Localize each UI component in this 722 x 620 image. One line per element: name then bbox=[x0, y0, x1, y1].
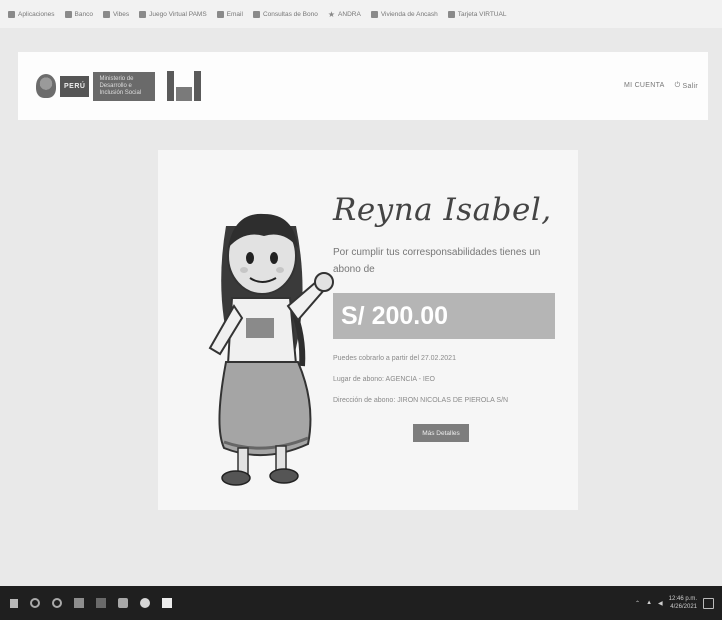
payment-message: Por cumplir tus corresponsabilidades tie… bbox=[333, 247, 541, 275]
volume-icon[interactable]: ◀ bbox=[658, 600, 663, 607]
start-icon[interactable] bbox=[10, 598, 18, 608]
exit-icon: ⏻ bbox=[674, 82, 681, 89]
bookmark-item[interactable]: Consultas de Bono bbox=[252, 10, 318, 18]
payment-place: Lugar de abono: AGENCIA - IEO bbox=[333, 376, 435, 383]
bookmark-item[interactable]: Banco bbox=[64, 10, 93, 18]
card-icon bbox=[447, 10, 455, 18]
apps-icon bbox=[8, 10, 15, 18]
document-icon[interactable] bbox=[162, 598, 172, 608]
coat-of-arms-icon bbox=[36, 74, 56, 98]
ministry-logo[interactable]: PERÚ Ministerio de Desarrollo e Inclusió… bbox=[36, 71, 202, 101]
bookmark-item[interactable]: Vivienda de Ancash bbox=[370, 10, 438, 18]
payment-address: Dirección de abono: JIRON NICOLAS DE PIE… bbox=[333, 397, 509, 404]
network-icon[interactable]: ▲ bbox=[646, 600, 652, 606]
ministry-label: Ministerio de Desarrollo e Inclusión Soc… bbox=[93, 71, 156, 101]
amount-display: S/ 200.00 bbox=[333, 293, 555, 339]
bookmark-item[interactable]: Vibes bbox=[102, 10, 129, 18]
program-logo bbox=[167, 71, 202, 101]
header-nav: MI CUENTA ⏻ Salir bbox=[624, 82, 698, 90]
bookmark-item[interactable]: Aplicaciones bbox=[8, 10, 55, 18]
payment-details: Reyna Isabel, Por cumplir tus correspons… bbox=[333, 192, 558, 442]
girl-illustration bbox=[208, 213, 334, 486]
search-icon[interactable] bbox=[30, 598, 40, 608]
bookmark-icon bbox=[102, 10, 110, 18]
chrome-icon[interactable] bbox=[140, 598, 150, 608]
more-details-button[interactable]: Más Detalles bbox=[413, 424, 469, 442]
bookmark-item[interactable]: Juego Virtual PAMS bbox=[139, 10, 207, 18]
bookmark-icon bbox=[370, 10, 378, 18]
greeting-title: Reyna Isabel, bbox=[333, 192, 552, 228]
nav-my-account[interactable]: MI CUENTA bbox=[624, 82, 665, 90]
tray-chevron-icon[interactable]: ⌃ bbox=[635, 600, 640, 607]
peru-label: PERÚ bbox=[60, 75, 90, 97]
payment-card: Reyna Isabel, Por cumplir tus correspons… bbox=[158, 150, 578, 510]
task-view-icon[interactable] bbox=[52, 598, 62, 608]
file-explorer-icon[interactable] bbox=[74, 598, 84, 608]
bookmark-item[interactable]: ★ ANDRA bbox=[327, 9, 361, 19]
windows-taskbar: ⌃ ▲ ◀ 12:46 p.m. 4/26/2021 bbox=[0, 586, 722, 620]
star-icon: ★ bbox=[327, 9, 336, 19]
app-icon[interactable] bbox=[118, 598, 128, 608]
store-icon[interactable] bbox=[96, 598, 106, 608]
collection-date: Puedes cobrarlo a partir del 27.02.2021 bbox=[333, 355, 456, 362]
mail-icon bbox=[216, 10, 224, 18]
bank-icon bbox=[64, 10, 72, 18]
nav-exit[interactable]: ⏻ Salir bbox=[675, 82, 698, 90]
bookmarks-bar: Aplicaciones Banco Vibes Juego Virtual P… bbox=[0, 0, 722, 28]
bookmark-icon bbox=[252, 10, 260, 18]
site-header: PERÚ Ministerio de Desarrollo e Inclusió… bbox=[18, 52, 708, 120]
notification-icon[interactable] bbox=[703, 597, 714, 609]
bookmark-icon bbox=[139, 10, 147, 18]
bookmark-item[interactable]: Email bbox=[216, 10, 243, 18]
bookmark-item[interactable]: Tarjeta VIRTUAL bbox=[447, 10, 506, 18]
system-clock[interactable]: 12:46 p.m. 4/26/2021 bbox=[669, 595, 697, 611]
